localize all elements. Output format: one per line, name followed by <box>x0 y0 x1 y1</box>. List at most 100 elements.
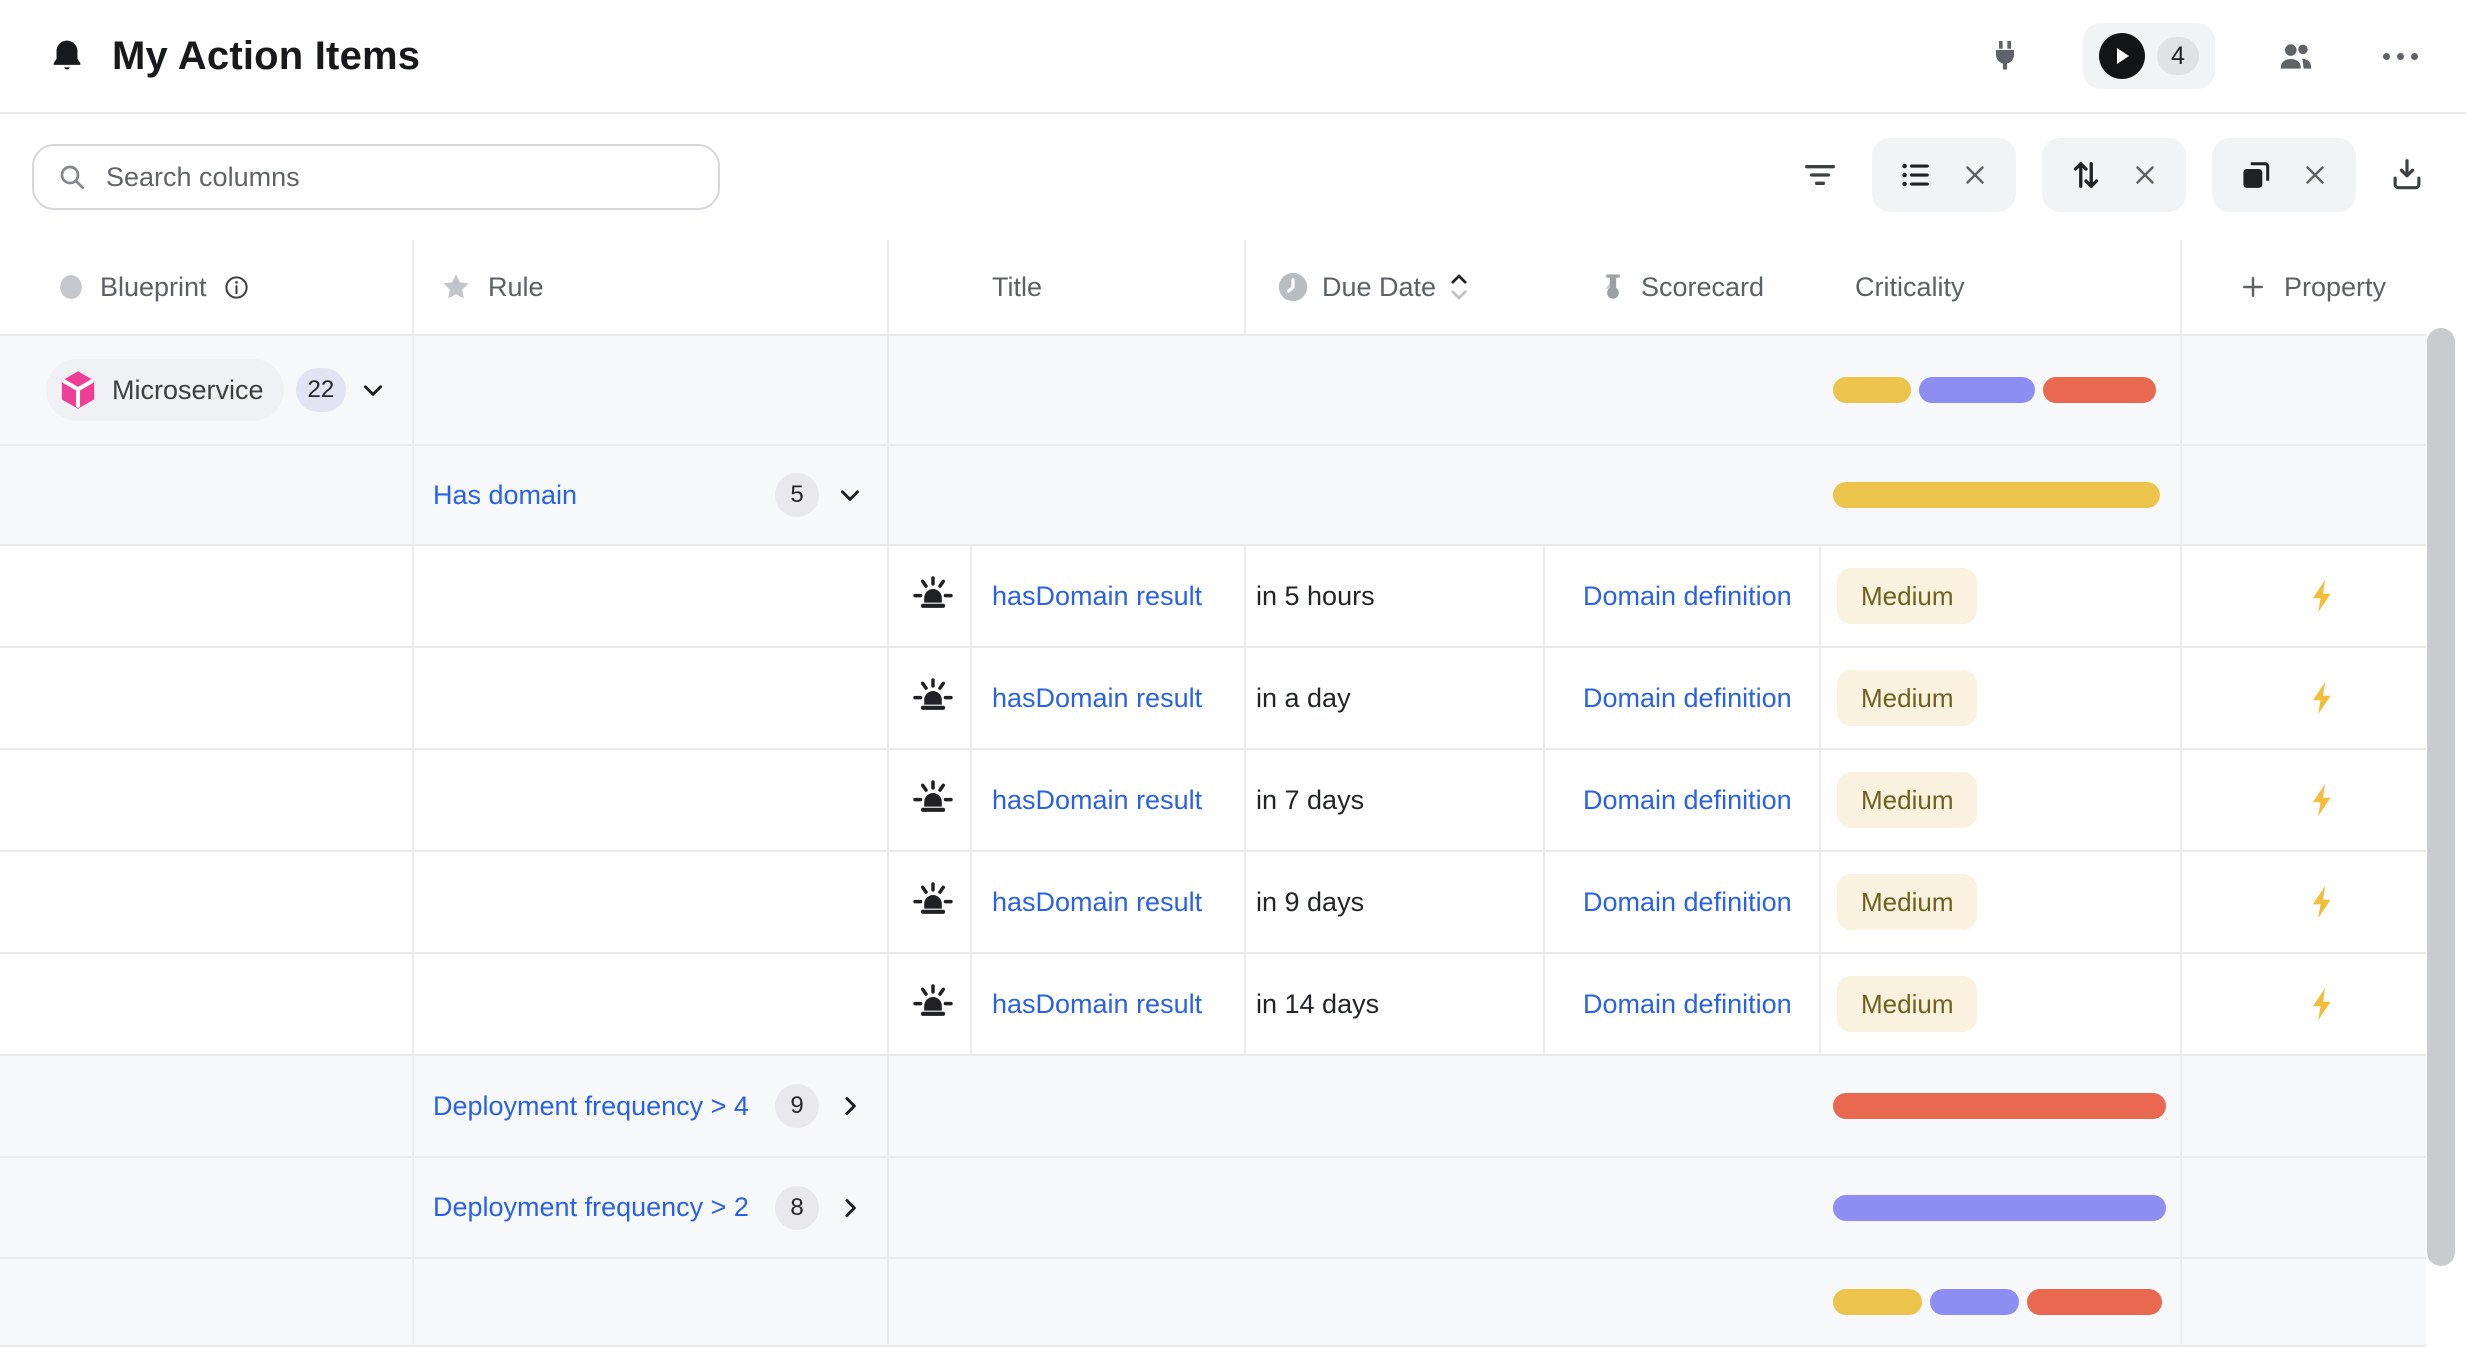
topbar: My Action Items 4 <box>0 0 2466 114</box>
criticality-badge: Medium <box>1837 568 1977 624</box>
list-icon <box>1898 157 1934 193</box>
vertical-scrollbar-thumb[interactable] <box>2427 328 2455 1266</box>
column-header-add-property[interactable]: Property <box>2182 240 2426 334</box>
scorecard-link[interactable]: Domain definition <box>1583 785 1792 816</box>
title-cell: hasDomain result <box>972 546 1246 646</box>
table-row: hasDomain result in a day Domain definitio… <box>0 648 2426 750</box>
close-icon[interactable] <box>1960 160 1990 190</box>
info-icon[interactable] <box>223 274 250 301</box>
scorecard-cell: Domain definition <box>1545 954 1821 1054</box>
column-header-scorecard[interactable]: Scorecard <box>1545 240 1821 334</box>
close-icon[interactable] <box>2130 160 2160 190</box>
title-cell: hasDomain result <box>972 648 1246 748</box>
criticality-cell <box>1821 446 2182 544</box>
blueprint-pill[interactable]: Microservice <box>46 359 284 421</box>
due-date-cell: in 5 hours <box>1246 546 1545 646</box>
rule-cell: Deployment frequency > 4 9 <box>414 1056 889 1156</box>
users-icon[interactable] <box>2269 29 2323 83</box>
criticality-distribution-bars <box>1829 1289 2162 1315</box>
column-header-title-spacer <box>889 240 972 334</box>
column-header-due-date[interactable]: Due Date <box>1246 240 1545 334</box>
title-icon-cell <box>889 1158 972 1257</box>
scorecard-link[interactable]: Domain definition <box>1583 683 1792 714</box>
group-by-control[interactable] <box>2212 138 2356 212</box>
table-row: hasDomain result in 9 days Domain definiti… <box>0 852 2426 954</box>
due-date-cell: in a day <box>1246 648 1545 748</box>
title-link[interactable]: hasDomain result <box>992 989 1202 1020</box>
blueprint-cell <box>0 750 414 850</box>
title-link[interactable]: hasDomain result <box>992 683 1202 714</box>
scorecard-cell: Domain definition <box>1545 546 1821 646</box>
bell-icon <box>48 37 86 75</box>
action-items-table: Blueprint Rule Title Due Date Scorecard … <box>0 240 2426 1347</box>
title-cell: hasDomain result <box>972 954 1246 1054</box>
table-row[interactable]: Deployment frequency > 2 8 <box>0 1158 2426 1259</box>
title-link[interactable]: hasDomain result <box>992 887 1202 918</box>
chevron-right-icon[interactable] <box>835 1193 865 1223</box>
table-row[interactable]: Deployment frequency > 4 9 <box>0 1056 2426 1158</box>
title-cell: hasDomain result <box>972 852 1246 952</box>
count-badge: 8 <box>775 1186 819 1230</box>
column-header-title[interactable]: Title <box>972 240 1246 334</box>
criticality-cell: Medium <box>1821 648 2182 748</box>
rule-cell: Has domain 5 <box>414 446 889 544</box>
table-row: hasDomain result in 7 days Domain definiti… <box>0 750 2426 852</box>
property-cell <box>2182 1056 2426 1156</box>
due-date-value: in 5 hours <box>1256 581 1375 612</box>
due-date-value: in 9 days <box>1256 887 1364 918</box>
scorecard-link[interactable]: Domain definition <box>1583 989 1792 1020</box>
rule-cell <box>414 648 889 748</box>
play-icon[interactable] <box>2099 33 2145 79</box>
due-date-value: in 7 days <box>1256 785 1364 816</box>
count-badge: 9 <box>775 1084 819 1128</box>
rule-cell <box>414 750 889 850</box>
column-header-rule[interactable]: Rule <box>414 240 889 334</box>
chevron-down-icon[interactable] <box>835 480 865 510</box>
scorecard-link[interactable]: Domain definition <box>1583 581 1792 612</box>
plug-icon[interactable] <box>1981 32 2029 80</box>
group-list-control[interactable] <box>1872 138 2016 212</box>
controls-row <box>0 114 2466 240</box>
title-icon-cell <box>889 336 972 444</box>
sort-direction-icon[interactable] <box>1448 267 1470 307</box>
criticality-distribution-bars <box>1829 377 2156 403</box>
due-date-cell <box>1246 1056 1545 1156</box>
rule-cell <box>414 1259 889 1345</box>
table-row[interactable]: Microservice22 <box>0 336 2426 446</box>
more-icon[interactable] <box>2377 47 2424 66</box>
title-link[interactable]: hasDomain result <box>992 581 1202 612</box>
alarm-icon <box>911 982 955 1026</box>
rule-link[interactable]: Deployment frequency > 4 <box>433 1091 749 1122</box>
due-date-value: in a day <box>1256 683 1351 714</box>
title-link[interactable]: hasDomain result <box>992 785 1202 816</box>
due-date-cell <box>1246 1158 1545 1257</box>
rule-cell: Deployment frequency > 2 8 <box>414 1158 889 1257</box>
rule-link[interactable]: Deployment frequency > 2 <box>433 1192 749 1223</box>
download-icon[interactable] <box>2382 150 2432 200</box>
filter-icon[interactable] <box>1794 149 1846 201</box>
bolt-icon <box>2304 983 2342 1025</box>
close-icon[interactable] <box>2300 160 2330 190</box>
due-date-cell: in 14 days <box>1246 954 1545 1054</box>
chevron-right-icon[interactable] <box>835 1091 865 1121</box>
column-header-blueprint[interactable]: Blueprint <box>0 240 414 334</box>
column-header-criticality[interactable]: Criticality <box>1821 240 2182 334</box>
runs-button[interactable]: 4 <box>2083 23 2215 89</box>
alarm-icon <box>911 778 955 822</box>
criticality-bar <box>1833 377 1911 403</box>
scorecard-cell: Domain definition <box>1545 852 1821 952</box>
search-input[interactable] <box>104 161 696 194</box>
title-icon-cell <box>889 546 972 646</box>
table-row[interactable] <box>0 1259 2426 1347</box>
blueprint-cell: Microservice22 <box>0 336 414 444</box>
criticality-bar <box>1930 1289 2019 1315</box>
rule-link[interactable]: Has domain <box>433 480 577 511</box>
criticality-bar <box>1833 1093 2166 1119</box>
chevron-down-icon[interactable] <box>358 375 388 405</box>
count-badge: 5 <box>775 473 819 517</box>
scorecard-link[interactable]: Domain definition <box>1583 887 1792 918</box>
search-box[interactable] <box>32 144 720 210</box>
title-icon-cell <box>889 1056 972 1156</box>
table-row[interactable]: Has domain 5 <box>0 446 2426 546</box>
sort-control[interactable] <box>2042 138 2186 212</box>
